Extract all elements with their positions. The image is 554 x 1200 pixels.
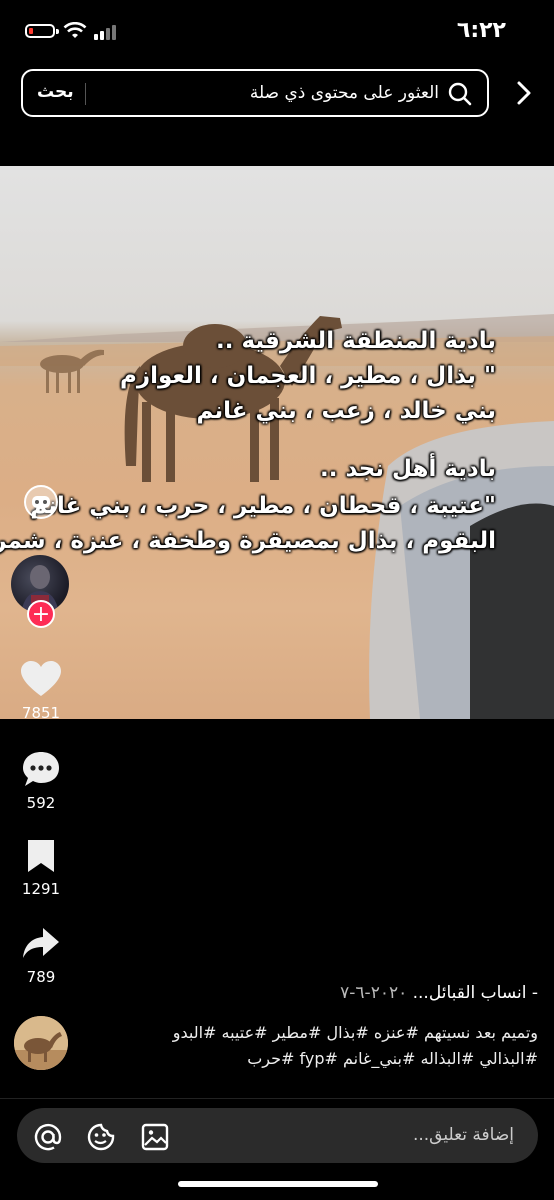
overlay-line-1: بادية المنطقة الشرقية .. bbox=[215, 328, 496, 354]
save-count: 1291 bbox=[21, 880, 61, 898]
comment-count: 592 bbox=[26, 794, 56, 812]
caption-date: ٢٠٢٠-٦-٧ bbox=[340, 983, 408, 1003]
share-count: 789 bbox=[26, 968, 56, 986]
search-divider bbox=[85, 83, 86, 105]
sound-avatar[interactable] bbox=[14, 1016, 68, 1070]
save-action[interactable]: 1291 bbox=[0, 838, 82, 898]
bookmark-icon bbox=[28, 840, 54, 872]
wifi-icon bbox=[63, 22, 87, 38]
caption-hashtags: وتميم بعد نسيتهم #عنزه #بذال #مطير #عتيب… bbox=[118, 1020, 538, 1072]
search-row: بحث العثور على محتوى ذي صلة bbox=[0, 69, 554, 119]
at-mention-icon[interactable] bbox=[33, 1122, 63, 1152]
effect-mask-icon[interactable] bbox=[23, 484, 59, 520]
cellular-signal-icon bbox=[94, 24, 120, 40]
follow-plus-button[interactable]: + bbox=[27, 600, 55, 628]
caption-title: - انساب القبائل... bbox=[412, 983, 538, 1003]
status-bar: ٦:٢٢ bbox=[0, 0, 554, 60]
search-placeholder: العثور على محتوى ذي صلة bbox=[249, 83, 439, 103]
image-icon[interactable] bbox=[140, 1122, 170, 1152]
comment-action[interactable]: 592 bbox=[0, 750, 82, 812]
share-arrow-icon bbox=[23, 928, 59, 958]
search-input[interactable]: بحث العثور على محتوى ذي صلة bbox=[21, 69, 489, 117]
search-button[interactable]: بحث bbox=[37, 82, 74, 102]
comment-placeholder: إضافة تعليق... bbox=[412, 1125, 514, 1145]
home-indicator bbox=[178, 1181, 378, 1187]
share-action[interactable]: 789 bbox=[0, 926, 82, 986]
battery-icon bbox=[25, 24, 59, 38]
status-time: ٦:٢٢ bbox=[456, 18, 506, 43]
search-icon bbox=[448, 82, 472, 106]
overlay-line-6: البقوم ، بذال بمصيقرة وطخفة ، عنزة ، شمر… bbox=[0, 528, 496, 554]
comment-input[interactable]: إضافة تعليق... bbox=[17, 1108, 538, 1163]
hashtags-line-1[interactable]: وتميم بعد نسيتهم #عنزه #بذال #مطير #عتيب… bbox=[118, 1020, 538, 1046]
like-action[interactable]: 7851 bbox=[0, 660, 82, 722]
overlay-line-4: بادية أهل نجد .. bbox=[319, 456, 496, 482]
chevron-right-icon[interactable] bbox=[514, 79, 534, 107]
overlay-line-5: "عتيبة ، قحطان ، مطير ، حرب ، بني غانم bbox=[30, 493, 496, 519]
video-scene bbox=[0, 314, 554, 719]
like-count: 7851 bbox=[21, 704, 61, 722]
overlay-line-3: بني خالد ، زعب ، بني غانم bbox=[196, 398, 496, 424]
emoji-icon[interactable] bbox=[86, 1122, 116, 1152]
video-player[interactable]: بادية المنطقة الشرقية .. " بذال ، مطير ،… bbox=[0, 166, 554, 719]
hashtags-line-2[interactable]: #البذالي #البذاله #بني_غانم #fyp #حرب bbox=[118, 1046, 538, 1072]
overlay-line-2: " بذال ، مطير ، العجمان ، العوازم bbox=[119, 363, 496, 389]
video-title: - انساب القبائل... ٢٠٢٠-٦-٧ bbox=[118, 983, 538, 1003]
heart-icon bbox=[21, 661, 61, 696]
comment-bubble-icon bbox=[23, 752, 59, 786]
